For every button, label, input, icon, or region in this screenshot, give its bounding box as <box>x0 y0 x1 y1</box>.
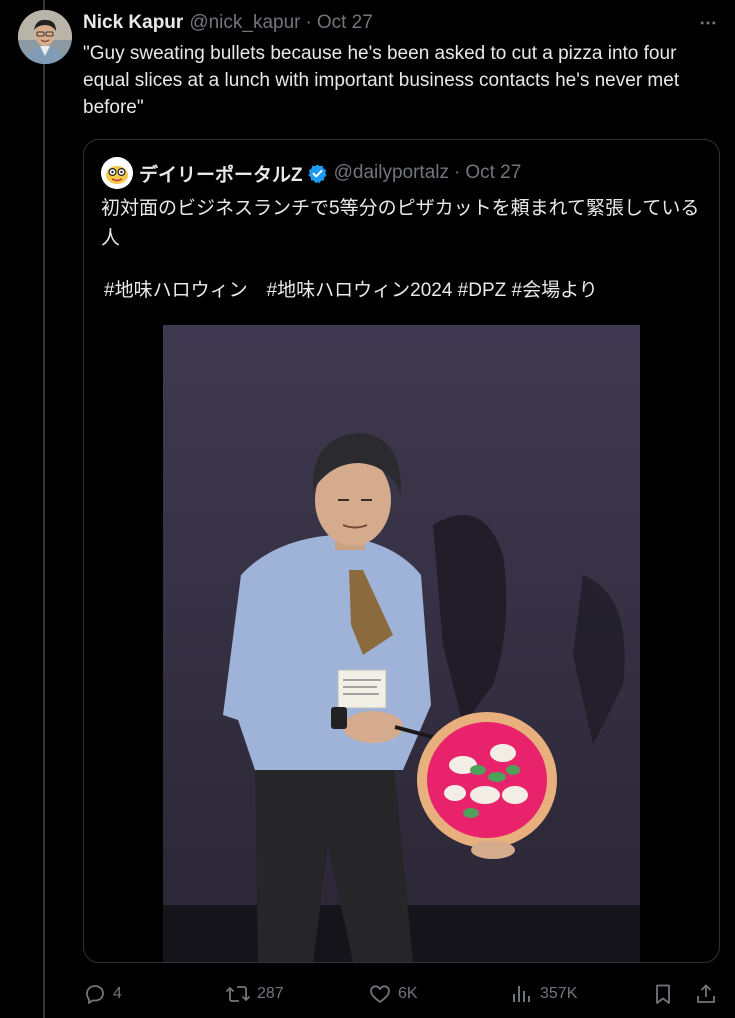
quoted-tweet[interactable]: デイリーポータルZ @dailyportalz · Oct 27 初対面のビジネ… <box>83 139 720 963</box>
tweet-date[interactable]: Oct 27 <box>317 12 373 34</box>
heart-icon <box>370 985 390 1003</box>
share-icon <box>697 984 715 1003</box>
share-button[interactable] <box>694 978 718 1010</box>
like-button[interactable]: 6K <box>368 978 418 1010</box>
bookmark-icon <box>656 984 670 1004</box>
bookmark-button[interactable] <box>651 978 675 1010</box>
quoted-display-name[interactable]: デイリーポータルZ <box>139 160 303 187</box>
quoted-separator-dot: · <box>454 162 461 183</box>
like-count: 6K <box>398 985 418 1002</box>
tweet-text: "Guy sweating bullets because he's been … <box>83 43 680 118</box>
avatar[interactable] <box>18 10 72 64</box>
photo-illustration <box>163 325 640 962</box>
repost-icon <box>225 986 251 1002</box>
action-bar: 4 287 6K 357K <box>83 978 723 1010</box>
quoted-photo[interactable] <box>163 325 640 962</box>
more-icon[interactable] <box>693 10 723 36</box>
quoted-avatar-logo <box>101 157 133 189</box>
quoted-tweet-header: デイリーポータルZ @dailyportalz · Oct 27 <box>101 156 521 190</box>
repost-button[interactable]: 287 <box>225 978 284 1010</box>
views-count: 357K <box>540 985 578 1002</box>
quoted-handle[interactable]: @dailyportalz <box>334 162 449 184</box>
avatar-image <box>18 10 72 64</box>
reply-count: 4 <box>113 985 122 1002</box>
verified-badge-icon <box>307 163 328 184</box>
repost-count: 287 <box>257 985 284 1002</box>
quoted-hashtags[interactable]: #地味ハロウィン #地味ハロウィン2024 #DPZ #会場より <box>104 276 704 306</box>
quoted-avatar[interactable] <box>101 157 133 189</box>
handle[interactable]: @nick_kapur <box>189 12 300 34</box>
views-button[interactable]: 357K <box>510 978 577 1010</box>
reply-icon <box>86 985 104 1004</box>
separator-dot: · <box>305 12 312 33</box>
tweet-header: Nick Kapur @nick_kapur · Oct 27 <box>83 10 373 36</box>
quoted-date[interactable]: Oct 27 <box>465 162 521 184</box>
reply-button[interactable]: 4 <box>83 978 122 1010</box>
views-icon <box>513 986 530 1002</box>
quoted-tweet-text: 初対面のビジネスランチで5等分のピザカットを頼まれて緊張している人 <box>101 198 700 249</box>
tweet: Nick Kapur @nick_kapur · Oct 27 "Guy swe… <box>0 0 735 1018</box>
display-name[interactable]: Nick Kapur <box>83 12 183 34</box>
